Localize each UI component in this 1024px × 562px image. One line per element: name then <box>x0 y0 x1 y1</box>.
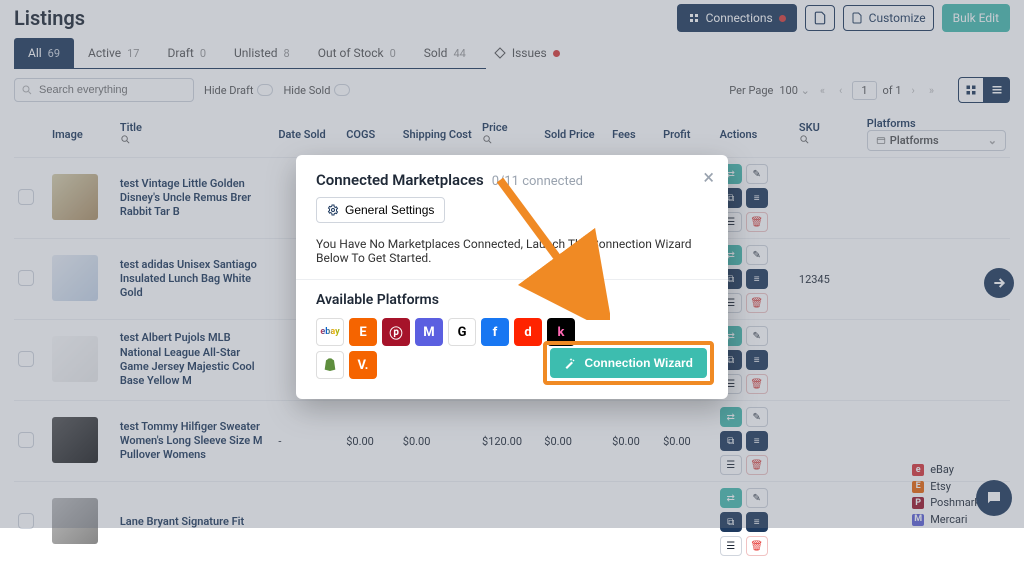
platform-etsy[interactable]: E <box>349 318 377 346</box>
platform-depop[interactable]: d <box>514 318 542 346</box>
close-icon[interactable]: × <box>703 167 714 187</box>
platform-grailed[interactable]: G <box>448 318 476 346</box>
wizard-highlight: Connection Wizard <box>543 341 714 385</box>
platform-facebook[interactable]: f <box>481 318 509 346</box>
available-platforms: ebay E ⓟ M G f d k V. <box>316 318 576 379</box>
platform-shopify[interactable] <box>316 351 344 379</box>
action-archive[interactable]: ☰ <box>720 536 742 556</box>
available-platforms-heading: Available Platforms <box>316 292 708 308</box>
platform-ebay[interactable]: ebay <box>316 318 344 346</box>
platform-vestiaire[interactable]: V. <box>349 351 377 379</box>
wand-icon <box>564 357 576 369</box>
platform-mercari[interactable]: M <box>415 318 443 346</box>
modal-title: Connected Marketplaces <box>316 171 484 189</box>
modal-subtitle: 0/11 connected <box>492 174 583 189</box>
modal-message: You Have No Marketplaces Connected, Laun… <box>316 237 708 265</box>
connected-marketplaces-modal: × Connected Marketplaces 0/11 connected … <box>296 155 728 399</box>
modal-overlay[interactable]: × Connected Marketplaces 0/11 connected … <box>0 0 1024 528</box>
action-delete[interactable]: 🗑 <box>746 536 768 556</box>
general-settings-button[interactable]: General Settings <box>316 197 445 223</box>
gear-icon <box>327 204 339 216</box>
platform-poshmark[interactable]: ⓟ <box>382 318 410 346</box>
connection-wizard-button[interactable]: Connection Wizard <box>550 348 707 378</box>
